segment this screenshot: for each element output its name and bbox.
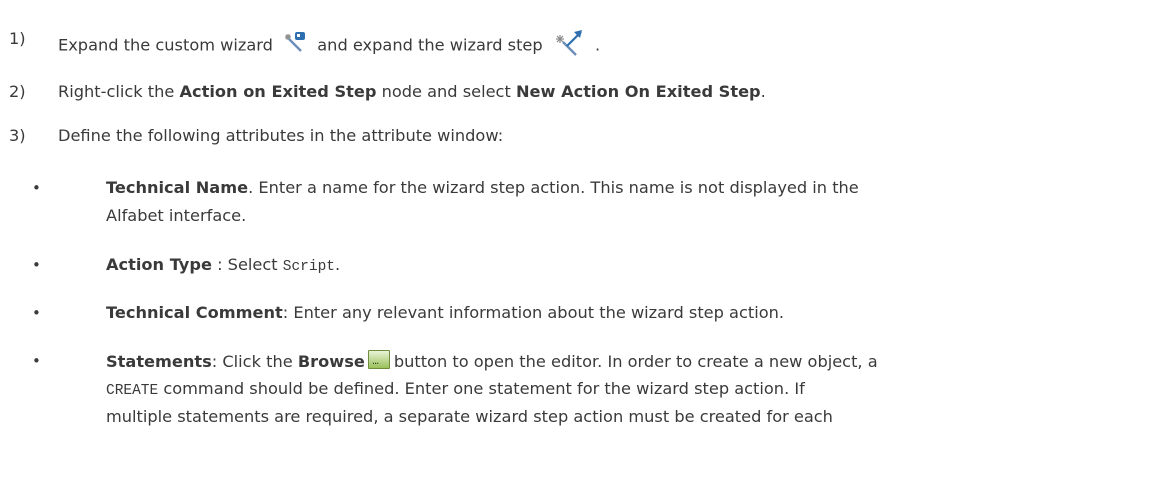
bullet-dot: • <box>32 304 41 322</box>
bullet-dot: • <box>32 352 41 370</box>
bullet-text-part: . Enter a name for the wizard step actio… <box>248 178 859 197</box>
step-text-part: . <box>594 35 601 55</box>
bullet-text-part: : Enter any relevant information about t… <box>282 303 785 322</box>
step-text-part: node and select <box>376 82 516 101</box>
bullet-text: Action Type : Select Script. <box>106 254 340 278</box>
bullet-text: CREATE command should be defined. Enter … <box>106 378 805 402</box>
step-text-part: . <box>760 82 766 101</box>
action-on-exited-step-node-label: Action on Exited Step <box>179 82 377 101</box>
attribute-name: Action Type <box>106 255 212 274</box>
step-text-part: and expand the wizard step <box>317 35 543 55</box>
attribute-name: Statements <box>106 352 212 371</box>
browse-ellipsis-icon: ... <box>367 350 390 369</box>
bullet-text-part: : Select <box>211 255 283 274</box>
bullet-text: Technical Name. Enter a name for the wiz… <box>106 177 859 199</box>
attribute-name: Technical Name <box>106 178 249 197</box>
step-number: 2) <box>9 82 26 101</box>
script-code: Script <box>282 259 335 275</box>
create-command-code: CREATE <box>106 383 159 399</box>
custom-wizard-icon <box>282 31 308 61</box>
new-action-on-exited-step-menu-label: New Action On Exited Step <box>515 82 761 101</box>
step-text: Define the following attributes in the a… <box>58 126 504 145</box>
bullet-text: Technical Comment: Enter any relevant in… <box>106 302 784 324</box>
step-text-part: Expand the custom wizard <box>58 35 273 55</box>
browse-label: Browse <box>297 352 365 371</box>
bullet-text-part: : Click the <box>211 352 298 371</box>
bullet-dot: • <box>32 179 41 197</box>
bullet-text-part: button to open the editor. In order to c… <box>393 352 878 371</box>
step-number: 3) <box>9 126 26 145</box>
bullet-dot: • <box>32 256 41 274</box>
step-text: Right-click the Action on Exited Step no… <box>58 81 766 103</box>
step-number: 1) <box>9 29 26 48</box>
bullet-text: multiple statements are required, a sepa… <box>106 407 833 426</box>
bullet-text-part: . <box>335 255 341 274</box>
bullet-text-part: command should be defined. Enter one sta… <box>158 379 805 398</box>
attribute-name: Technical Comment <box>106 303 283 322</box>
step-text: Expand the custom wizard and expand the … <box>58 28 600 64</box>
bullet-text: Statements: Click the Browse... button to… <box>106 350 878 373</box>
bullet-text: Alfabet interface. <box>106 206 247 225</box>
browse-icon-label: ... <box>371 356 379 367</box>
wizard-step-icon <box>552 28 586 64</box>
step-text-part: Right-click the <box>58 82 180 101</box>
